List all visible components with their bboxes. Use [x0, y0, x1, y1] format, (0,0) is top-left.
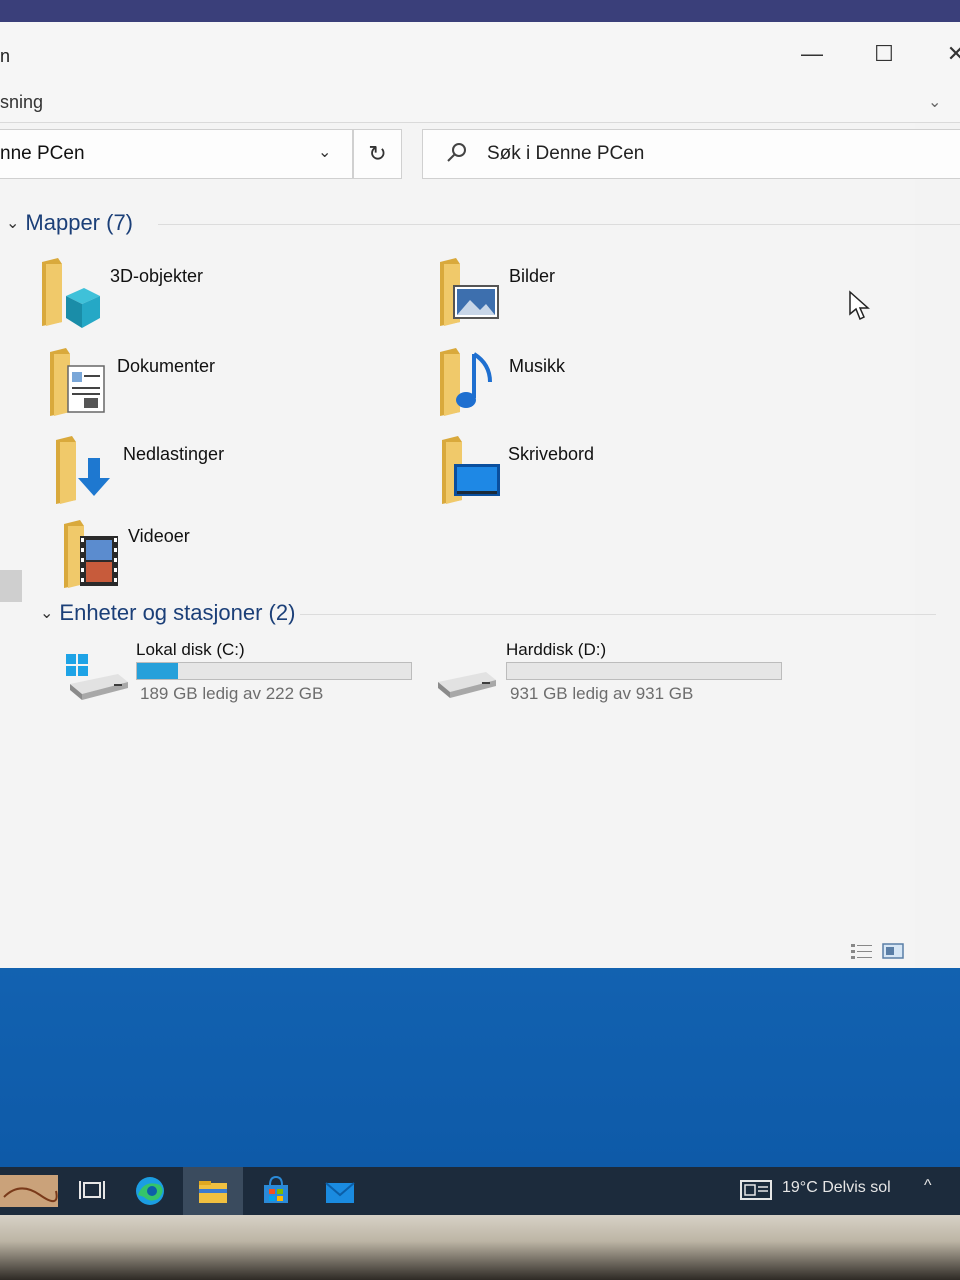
folder-label: Dokumenter	[117, 356, 216, 376]
folders-group-title: Mapper (7)	[25, 210, 133, 235]
ribbon: sning ⌄	[0, 86, 960, 122]
close-button[interactable]: ✕	[936, 38, 960, 70]
folder-label: Nedlastinger	[123, 444, 225, 464]
file-explorer-window: n — ☐ ✕ sning ⌄ nne PCen ⌄ ↻ Søk i Denne…	[0, 22, 960, 968]
folder-label: Skrivebord	[508, 444, 595, 464]
drive-name: Lokal disk (C:)	[136, 640, 245, 659]
drive-c[interactable]: Lokal disk (C:) 189 GB ledig av 222 GB	[64, 640, 434, 710]
devices-group-header[interactable]: ⌄ Enheter og stasjoner (2)	[40, 600, 295, 626]
start-news-thumbnail-icon[interactable]	[0, 1173, 60, 1209]
3d-objects-folder-icon	[42, 258, 100, 328]
show-hidden-icons-caret[interactable]: ^	[924, 1177, 932, 1195]
task-view-icon[interactable]	[72, 1173, 112, 1209]
maximize-button[interactable]: ☐	[864, 38, 904, 70]
edge-browser-icon[interactable]	[130, 1173, 170, 1209]
folder-videos[interactable]: Videoer	[60, 518, 420, 598]
collapse-chevron-icon[interactable]: ⌄	[40, 603, 53, 623]
weather-status[interactable]: 19°C Delvis sol	[782, 1179, 891, 1197]
details-view-icon[interactable]	[850, 942, 874, 960]
group-divider	[158, 224, 960, 225]
microsoft-store-icon[interactable]	[256, 1173, 296, 1209]
search-icon	[447, 143, 466, 162]
ribbon-tab[interactable]: sning	[0, 92, 43, 113]
folder-music[interactable]: Musikk	[436, 346, 796, 426]
drive-usage-fill	[137, 663, 179, 679]
folder-downloads[interactable]: Nedlastinger	[52, 434, 412, 514]
news-widget-icon[interactable]	[740, 1179, 772, 1201]
ribbon-expand-chevron-icon[interactable]: ⌄	[928, 92, 941, 112]
folder-label: 3D-objekter	[110, 266, 204, 286]
folder-documents[interactable]: Dokumenter	[46, 346, 406, 426]
search-placeholder: Søk i Denne PCen	[487, 143, 645, 164]
drive-free-space: 189 GB ledig av 222 GB	[140, 684, 324, 703]
drive-free-space: 931 GB ledig av 931 GB	[510, 684, 694, 703]
ribbon-divider	[0, 122, 960, 123]
search-box[interactable]: Søk i Denne PCen	[422, 129, 960, 179]
address-path: nne PCen	[0, 143, 85, 164]
window-title: n	[0, 46, 11, 66]
documents-folder-icon	[50, 348, 105, 416]
address-bar[interactable]: nne PCen ⌄	[0, 129, 353, 179]
drive-usage-bar	[136, 662, 412, 680]
folder-label: Videoer	[128, 526, 190, 546]
desktop-folder-icon	[442, 436, 500, 504]
music-folder-icon	[440, 348, 492, 416]
monitor-bezel	[0, 0, 960, 22]
address-dropdown-icon[interactable]: ⌄	[318, 142, 331, 162]
title-bar: n — ☐ ✕	[0, 22, 960, 86]
drive-name: Harddisk (D:)	[506, 640, 607, 659]
tiles-view-icon[interactable]	[882, 942, 904, 960]
folder-desktop[interactable]: Skrivebord	[438, 434, 798, 514]
navigation-pane-edge[interactable]	[0, 570, 22, 602]
devices-group-title: Enheter og stasjoner (2)	[59, 600, 296, 625]
group-divider	[300, 614, 936, 615]
folder-label: Musikk	[509, 356, 566, 376]
refresh-button[interactable]: ↻	[353, 129, 402, 179]
file-explorer-taskbar-icon[interactable]	[193, 1173, 233, 1209]
folders-group-header[interactable]: ⌄ Mapper (7)	[6, 210, 133, 236]
windows-drive-icon	[66, 654, 128, 700]
collapse-chevron-icon[interactable]: ⌄	[6, 213, 19, 233]
mail-icon[interactable]	[320, 1173, 360, 1209]
drive-d[interactable]: Harddisk (D:) 931 GB ledig av 931 GB	[434, 640, 804, 710]
mouse-cursor-icon	[849, 290, 870, 321]
videos-folder-icon	[64, 520, 118, 588]
taskbar: 19°C Delvis sol ^	[0, 1167, 960, 1215]
view-mode-toggles	[850, 942, 906, 962]
pictures-folder-icon	[440, 258, 499, 326]
monitor-bottom-bezel	[0, 1215, 960, 1280]
folder-3d-objects[interactable]: 3D-objekter	[38, 256, 398, 336]
drive-usage-bar	[506, 662, 782, 680]
hard-drive-icon	[438, 672, 496, 698]
folder-pictures[interactable]: Bilder	[436, 256, 796, 336]
downloads-folder-icon	[56, 436, 110, 504]
folder-label: Bilder	[509, 266, 556, 286]
minimize-button[interactable]: —	[792, 38, 832, 70]
